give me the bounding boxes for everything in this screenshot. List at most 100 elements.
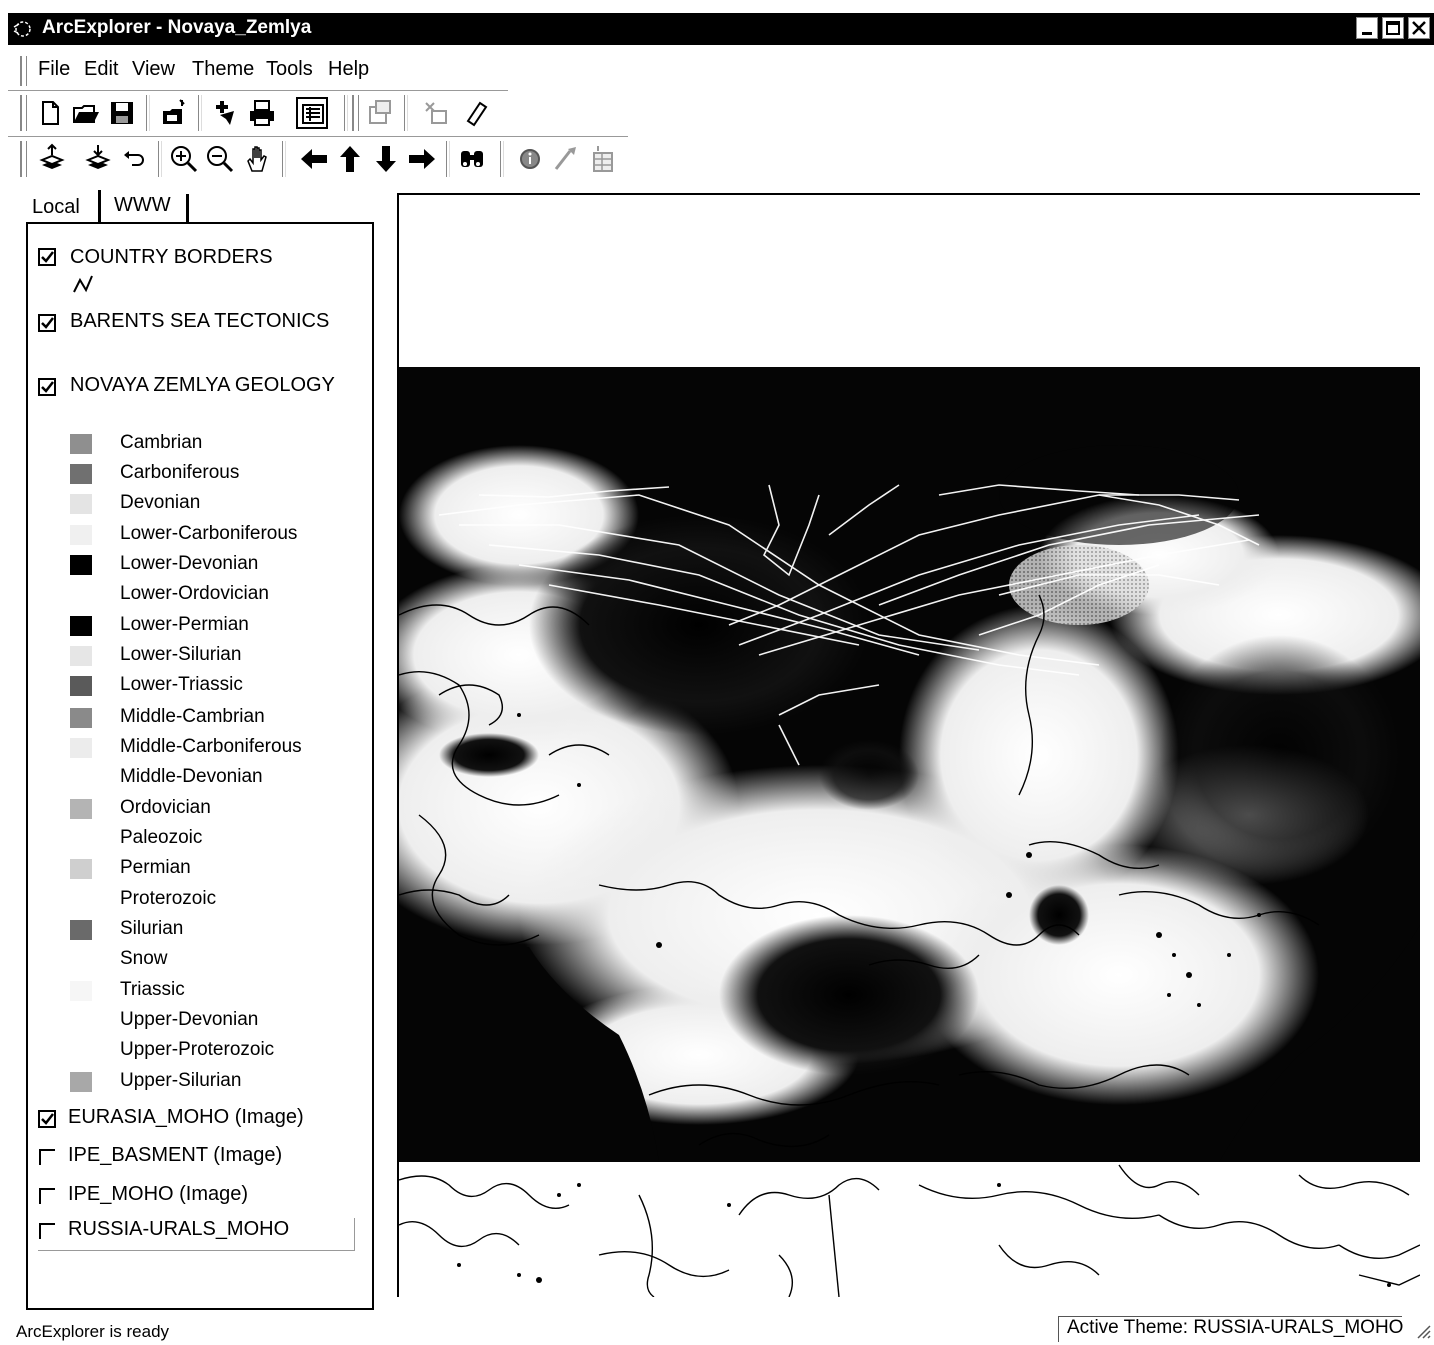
legend-swatch — [70, 799, 92, 819]
tools-toolbar — [8, 136, 628, 181]
properties-icon[interactable] — [364, 97, 396, 129]
legend-swatch — [70, 555, 92, 575]
layer-label: BARENTS SEA TECTONICS — [70, 310, 330, 332]
toolbar-separator — [500, 141, 504, 177]
status-message: ArcExplorer is ready — [16, 1322, 170, 1341]
map-canvas[interactable] — [399, 195, 1420, 1297]
legend-icon[interactable] — [296, 97, 328, 129]
status-bar: ArcExplorer is ready Active Theme: RUSSI… — [0, 1312, 1434, 1345]
pan-left-icon[interactable] — [298, 143, 330, 175]
legend-swatch — [70, 981, 92, 1001]
tab-divider — [98, 190, 101, 222]
pan-up-icon[interactable] — [334, 143, 366, 175]
window-title: ArcExplorer - Novaya_Zemlya — [42, 17, 312, 38]
tab-divider — [186, 194, 189, 222]
toolbar-grip[interactable] — [20, 141, 27, 177]
zoom-out-icon[interactable] — [204, 143, 236, 175]
menu-tools[interactable]: Tools — [266, 58, 313, 81]
layer-label: RUSSIA-URALS_MOHO — [68, 1218, 290, 1240]
pan-down-icon[interactable] — [370, 143, 402, 175]
legend-swatch — [70, 464, 92, 484]
legend-swatch — [70, 616, 92, 636]
zoom-in-icon[interactable] — [168, 143, 200, 175]
legend-swatch — [70, 738, 92, 758]
toolbar-separator — [404, 95, 408, 131]
layer-label: IPE_MOHO (Image) — [68, 1183, 249, 1205]
layer-label: IPE_BASMENT (Image) — [68, 1144, 283, 1166]
legend-swatch — [70, 1072, 92, 1092]
menu-bar: File Edit View Theme Tools Help — [8, 52, 1434, 88]
legend-swatch — [70, 585, 92, 605]
print-icon[interactable] — [246, 97, 278, 129]
open-icon[interactable] — [70, 97, 102, 129]
legend-swatch — [70, 829, 92, 849]
layer-label: COUNTRY BORDERS — [70, 246, 273, 268]
toolbar-grip[interactable] — [352, 95, 359, 131]
toolbar-separator — [146, 95, 150, 131]
pan-right-icon[interactable] — [406, 143, 438, 175]
resize-grip-icon[interactable] — [1414, 1322, 1432, 1340]
legend-swatch — [70, 950, 92, 970]
layer-checkbox[interactable] — [38, 1148, 56, 1166]
toolbar-separator — [158, 141, 162, 177]
table-of-contents: COUNTRY BORDERS BARENTS SEA TECTONICS NO… — [26, 222, 374, 1310]
menu-theme[interactable]: Theme — [192, 58, 254, 81]
line-symbol-icon — [72, 272, 98, 301]
menubar-grip[interactable] — [20, 56, 27, 86]
import-icon[interactable] — [158, 97, 190, 129]
toolbar-separator — [282, 141, 286, 177]
title-bar: ArcExplorer - Novaya_Zemlya — [8, 13, 1434, 45]
erase-icon[interactable] — [460, 97, 492, 129]
minimize-button[interactable] — [1356, 17, 1378, 39]
legend-swatch — [70, 494, 92, 514]
layer-russia-urals-moho[interactable]: RUSSIA-URALS_MOHO — [38, 1218, 355, 1251]
legend-swatch — [70, 676, 92, 696]
legend-swatch — [70, 525, 92, 545]
legend-swatch — [70, 708, 92, 728]
active-theme-panel: Active Theme: RUSSIA-URALS_MOHO — [1058, 1316, 1403, 1342]
arcexplorer-globe-icon — [12, 19, 34, 39]
menu-help[interactable]: Help — [328, 58, 369, 81]
toolbar-grip[interactable] — [20, 95, 27, 131]
layer-checkbox[interactable] — [38, 378, 56, 396]
legend-swatch — [70, 768, 92, 788]
undo-icon[interactable] — [118, 143, 150, 175]
menu-view[interactable]: View — [132, 58, 175, 81]
layer-checkbox[interactable] — [38, 314, 56, 332]
new-map-icon[interactable] — [34, 97, 66, 129]
toolbar-separator — [344, 95, 348, 131]
menu-file[interactable]: File — [38, 58, 70, 81]
toolbar-separator — [446, 141, 450, 177]
identify-icon[interactable] — [514, 143, 546, 175]
legend-swatch — [70, 434, 92, 454]
legend-swatch — [70, 1011, 92, 1031]
layer-checkbox[interactable] — [38, 1222, 56, 1240]
pan-icon[interactable] — [242, 143, 274, 175]
standard-toolbar — [8, 90, 508, 135]
layer-label: NOVAYA ZEMLYA GEOLOGY — [70, 374, 335, 396]
theme-down-icon[interactable] — [82, 143, 114, 175]
layer-checkbox[interactable] — [38, 1110, 56, 1128]
theme-up-icon[interactable] — [36, 143, 68, 175]
layer-checkbox[interactable] — [38, 1187, 56, 1205]
query-icon[interactable] — [420, 97, 452, 129]
tab-www[interactable]: WWW — [114, 194, 171, 217]
legend-swatch — [70, 646, 92, 666]
legend-swatch — [70, 859, 92, 879]
table-icon[interactable] — [586, 143, 618, 175]
toolbar-separator — [198, 95, 202, 131]
close-button[interactable] — [1408, 17, 1430, 39]
legend-swatch — [70, 890, 92, 910]
maximize-button[interactable] — [1382, 17, 1404, 39]
layer-checkbox[interactable] — [38, 248, 56, 266]
tab-local[interactable]: Local — [32, 196, 80, 219]
layer-label: EURASIA_MOHO (Image) — [68, 1106, 304, 1128]
save-icon[interactable] — [106, 97, 138, 129]
find-icon[interactable] — [456, 143, 488, 175]
legend-swatch — [70, 1041, 92, 1061]
map-view[interactable] — [397, 193, 1420, 1297]
measure-icon[interactable] — [550, 143, 582, 175]
legend-swatch — [70, 920, 92, 940]
add-theme-icon[interactable] — [210, 97, 242, 129]
menu-edit[interactable]: Edit — [84, 58, 118, 81]
